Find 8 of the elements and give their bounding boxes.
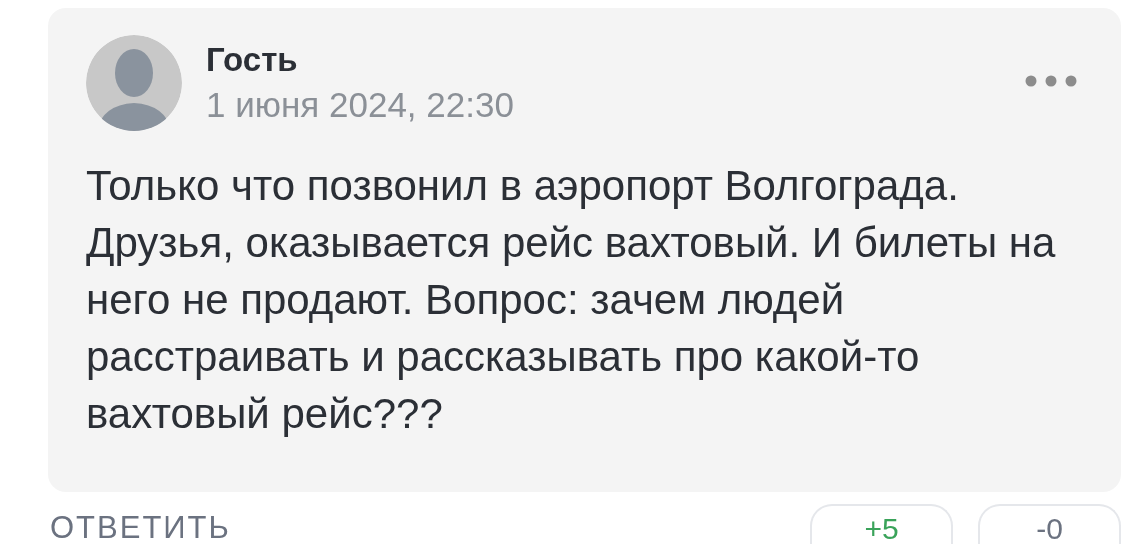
vote-button[interactable]: +5 bbox=[810, 504, 953, 544]
more-icon[interactable] bbox=[1025, 75, 1077, 87]
comment-text: Только что позвонил в аэропорт Волгограда. Друзья, оказывается рейс вахтовый. И билеты на него не продают. Вопрос: зачем людей расстраивать и рассказывать про какой-то вахтовый рейс??? bbox=[86, 161, 1057, 439]
vote-button[interactable]: -0 bbox=[978, 504, 1121, 544]
avatar-icon bbox=[86, 35, 182, 131]
author-name: Гость bbox=[206, 41, 299, 79]
reply-link[interactable]: ОТВЕТИТЬ bbox=[50, 512, 231, 543]
comment-date: 1 июня 2024, 22:30 bbox=[206, 85, 514, 125]
